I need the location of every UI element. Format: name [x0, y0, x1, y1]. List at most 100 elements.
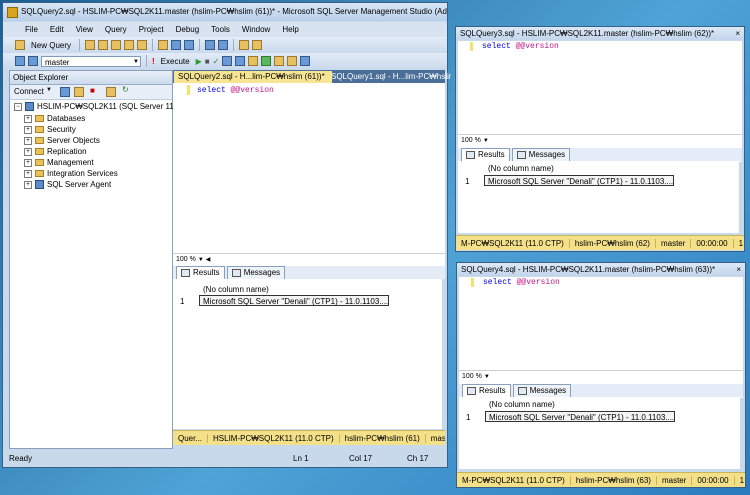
column-header[interactable]: (No column name): [488, 164, 554, 173]
menu-window[interactable]: Window: [242, 22, 270, 37]
expand-icon[interactable]: +: [24, 169, 32, 178]
tab-label: SQLQuery2.sql - H...lim-PC₩hslim (61))*: [178, 72, 325, 81]
tab-results[interactable]: Results: [462, 384, 511, 397]
results-to-text-icon[interactable]: [287, 56, 298, 66]
zoom-level[interactable]: 100 %: [462, 373, 482, 380]
activity-monitor-icon[interactable]: [239, 40, 250, 50]
zoom-level[interactable]: 100 %: [176, 256, 196, 263]
tab-sqlquery2[interactable]: SQLQuery2.sql - H...lim-PC₩hslim (61))*: [174, 71, 332, 83]
grid-cell[interactable]: Microsoft SQL Server "Denali" (CTP1) - 1…: [485, 411, 675, 422]
tree-item-security[interactable]: + Security: [24, 125, 76, 134]
change-marker: [470, 42, 473, 51]
query-editor[interactable]: select @@version: [173, 83, 445, 263]
query3-title-bar[interactable]: SQLQuery3.sql - HSLIM-PC₩SQL2K11.master …: [456, 27, 744, 40]
menu-file[interactable]: File: [25, 22, 38, 37]
display-plan-icon[interactable]: [222, 56, 233, 66]
filter-icon[interactable]: [106, 87, 116, 97]
disconnect-icon[interactable]: [28, 56, 38, 66]
refresh-icon[interactable]: ↻: [122, 85, 129, 94]
expand-icon[interactable]: +: [24, 136, 32, 145]
connect-dropdown-icon[interactable]: ▼: [46, 87, 52, 93]
window-close-icon[interactable]: ×: [736, 263, 741, 276]
column-header[interactable]: (No column name): [489, 400, 555, 409]
open-file-icon[interactable]: [158, 40, 169, 50]
status-database: master: [655, 475, 691, 485]
menu-edit[interactable]: Edit: [50, 22, 64, 37]
zoom-level[interactable]: 100 %: [461, 137, 481, 144]
database-engine-query-icon[interactable]: [85, 40, 96, 50]
tab-messages-label: Messages: [529, 386, 567, 395]
expand-icon[interactable]: +: [24, 158, 32, 167]
menu-query[interactable]: Query: [105, 22, 127, 37]
column-header[interactable]: (No column name): [203, 285, 269, 294]
mdx-query-icon[interactable]: [111, 40, 122, 50]
toolbar-separator: [79, 39, 81, 51]
query4-title-bar[interactable]: SQLQuery4.sql - HSLIM-PC₩SQL2K11.master …: [457, 263, 745, 276]
main-window: SQLQuery2.sql - HSLIM-PC₩SQL2K11.master …: [2, 2, 451, 468]
tab-results[interactable]: Results: [461, 148, 510, 161]
tab-results-label: Results: [193, 268, 220, 277]
chevron-down-icon[interactable]: ▼: [484, 374, 490, 380]
grid-cell[interactable]: Microsoft SQL Server "Denali" (CTP1) - 1…: [199, 295, 389, 306]
dmx-query-icon[interactable]: [124, 40, 135, 50]
chevron-down-icon[interactable]: ▼: [198, 257, 204, 263]
main-title-bar[interactable]: SQLQuery2.sql - HSLIM-PC₩SQL2K11.master …: [3, 3, 447, 21]
stop-icon[interactable]: ■: [90, 86, 95, 95]
tab-messages[interactable]: Messages: [512, 384, 572, 397]
redo-icon[interactable]: [218, 40, 229, 50]
server-node[interactable]: − HSLIM-PC₩SQL2K11 (SQL Server 11.0: [14, 102, 180, 111]
menu-debug[interactable]: Debug: [176, 22, 200, 37]
properties-icon[interactable]: [252, 40, 263, 50]
grid-cell[interactable]: Microsoft SQL Server "Denali" (CTP1) - 1…: [484, 175, 674, 186]
tab-results-label: Results: [479, 386, 506, 395]
expand-icon[interactable]: +: [24, 180, 32, 189]
tab-messages[interactable]: Messages: [226, 266, 286, 279]
tree-item-integration-services[interactable]: + Integration Services: [24, 169, 118, 178]
tab-results-label: Results: [478, 150, 505, 159]
new-query-button[interactable]: New Query: [28, 41, 74, 50]
tree-item-sql-server-agent[interactable]: + SQL Server Agent: [24, 180, 111, 189]
intellisense-icon[interactable]: [248, 56, 259, 66]
tab-results[interactable]: Results: [176, 266, 225, 279]
analysis-query-icon[interactable]: [98, 40, 109, 50]
database-selector[interactable]: master ▼: [41, 55, 141, 67]
tree-item-databases[interactable]: + Databases: [24, 114, 85, 123]
chevron-down-icon[interactable]: ▼: [483, 138, 489, 144]
change-connection-icon[interactable]: [15, 56, 25, 66]
change-marker: [187, 85, 190, 95]
window-close-icon[interactable]: ×: [735, 27, 740, 40]
save-all-icon[interactable]: [184, 40, 195, 50]
stop-icon[interactable]: ■: [205, 57, 210, 66]
connect-object-icon[interactable]: [60, 87, 70, 97]
tree-item-label: Server Objects: [47, 136, 100, 145]
tab-messages[interactable]: Messages: [511, 148, 571, 161]
menu-help[interactable]: Help: [282, 22, 298, 37]
menu-tools[interactable]: Tools: [211, 22, 230, 37]
disconnect-object-icon[interactable]: [74, 87, 84, 97]
expand-icon[interactable]: +: [24, 125, 32, 134]
results-to-grid-icon[interactable]: [274, 56, 285, 66]
expand-icon[interactable]: +: [24, 147, 32, 156]
include-plan-icon[interactable]: [261, 56, 272, 66]
debug-play-icon[interactable]: ▶: [196, 57, 202, 66]
query-designer-icon[interactable]: [235, 56, 246, 66]
tree-item-replication[interactable]: + Replication: [24, 147, 87, 156]
tree-item-server-objects[interactable]: + Server Objects: [24, 136, 100, 145]
tree-item-management[interactable]: + Management: [24, 158, 94, 167]
query4-results-tab-row: Results Messages: [459, 384, 743, 397]
scroll-left-icon[interactable]: ◀: [206, 257, 211, 263]
parse-check-icon[interactable]: ✓: [213, 57, 220, 66]
tab-sqlquery1[interactable]: SQLQuery1.sql - H...lim-PC₩hslim (6: [327, 71, 451, 83]
menu-project[interactable]: Project: [139, 22, 164, 37]
xmla-query-icon[interactable]: [137, 40, 148, 50]
menu-view[interactable]: View: [76, 22, 93, 37]
execute-button[interactable]: Execute: [158, 57, 193, 66]
undo-icon[interactable]: [205, 40, 216, 50]
query-status-database: master: [424, 433, 445, 443]
expand-icon[interactable]: +: [24, 114, 32, 123]
toolbar-separator: [146, 55, 147, 67]
save-icon[interactable]: [171, 40, 182, 50]
comment-icon[interactable]: [300, 56, 311, 66]
collapse-icon[interactable]: −: [14, 102, 22, 111]
connect-button[interactable]: Connect: [14, 87, 44, 96]
